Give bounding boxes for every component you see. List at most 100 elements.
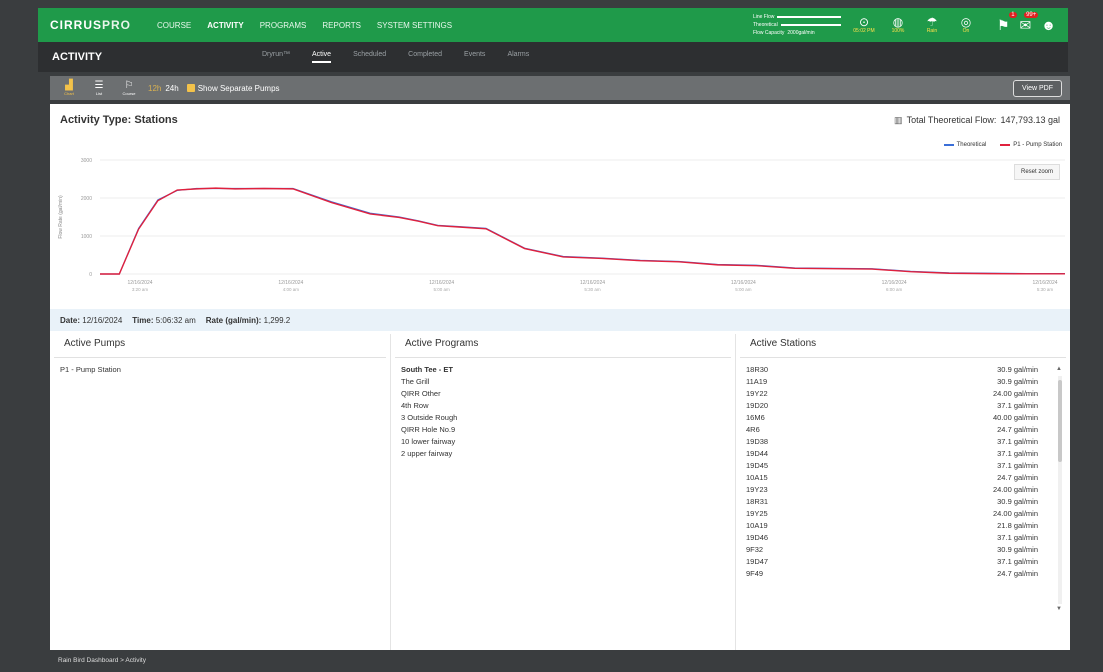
station-rate: 24.00 gal/min [992,389,1038,398]
flow-chart-svg: 0 1000 2000 3000 Flow Rate (gal/min) 12/16/20… [58,158,1065,292]
pump-item: P1 - Pump Station [60,365,121,374]
status-water-label: 100% [891,28,905,34]
program-item: South Tee - ET [401,365,453,374]
station-rate: 37.1 gal/min [997,557,1038,566]
activity-type-title: Activity Type: Stations [60,114,178,126]
time-range-toggle[interactable]: 12h 24h [148,84,179,93]
program-item: 10 lower fairway [401,437,456,446]
status-time[interactable]: ⊙ 05:02 PM [851,16,877,34]
y-axis-label: Flow Rate (gal/min) [58,195,64,239]
active-stations-column: Active Stations 18R30 30.9 gal/min 11A19 30… [735,334,1070,650]
logo-main: CIRRUS [50,18,103,32]
flow-chart[interactable]: 0 1000 2000 3000 Flow Rate (gal/min) 12/16/20… [50,134,1070,310]
station-name: 10A19 [746,521,768,530]
nav-reports[interactable]: REPORTS [320,18,363,33]
readout-time: Time: 5:06:32 am [132,316,195,325]
x-tick-time: 5:00 am [434,287,451,292]
header-actions: ⚑ 1 ✉ 99+ ☻ [996,11,1056,34]
gauge-icon: ⊙ [858,15,869,29]
view-pdf-button[interactable]: View PDF [1013,79,1062,97]
station-rate: 30.9 gal/min [997,497,1038,506]
course-view-button[interactable]: ⚐ Course [118,79,140,96]
scroll-down-icon[interactable]: ▼ [1056,606,1062,612]
alerts-button[interactable]: ⚑ 1 [996,11,1017,34]
status-signal[interactable]: ◎ On [953,16,979,34]
active-stations-list[interactable]: 18R30 30.9 gal/min 11A19 30.9 gal/min 19Y22 2… [736,358,1070,586]
user-menu-button[interactable]: ☻ [1041,17,1056,33]
scroll-thumb[interactable] [1058,380,1062,462]
main-nav: COURSE ACTIVITY PROGRAMS REPORTS SYSTEM … [155,18,454,33]
tab-dryrun[interactable]: Dryrun™ [262,51,290,63]
list-view-button[interactable]: ☰ List [88,80,110,96]
x-tick-time: 4:00 am [283,287,300,292]
station-rate: 30.9 gal/min [997,545,1038,554]
station-name: 19Y22 [746,389,768,398]
station-name: 11A19 [746,377,768,386]
active-programs-list: South Tee - ET The Grill QIRR Other 4th Row… [391,358,735,466]
series-line-pump-station [100,187,1065,275]
station-row: 9F49 24.7 gal/min [746,568,1060,580]
chart-view-button[interactable]: ▟ Chart [58,80,80,96]
station-rate: 37.1 gal/min [997,461,1038,470]
reset-zoom-button[interactable]: Reset zoom [1013,164,1060,180]
nav-activity[interactable]: ACTIVITY [205,18,245,33]
station-name: 18R30 [746,365,769,374]
tab-alarms[interactable]: Alarms [507,51,529,63]
x-tick-date: 12/16/2024 [127,280,152,286]
station-name: 9F49 [746,569,764,578]
active-pumps-list: P1 - Pump Station [50,358,390,382]
active-pumps-header: Active Pumps [54,334,386,358]
range-12h[interactable]: 12h [148,84,161,93]
legend-pump-station[interactable]: P1 - Pump Station [1000,142,1062,148]
status-water[interactable]: ◍ 100% [885,16,911,34]
nav-system-settings[interactable]: SYSTEM SETTINGS [375,18,454,33]
status-rain[interactable]: ☂ Rain [919,16,945,34]
station-row: 19D45 37.1 gal/min [746,460,1060,472]
tab-scheduled[interactable]: Scheduled [353,51,386,63]
x-tick-time: 6:00 am [886,287,903,292]
scroll-up-icon[interactable]: ▲ [1056,366,1062,372]
breadcrumb[interactable]: Rain Bird Dashboard > Activity [58,657,146,664]
nav-course[interactable]: COURSE [155,18,193,33]
course-flag-icon: ⚐ [124,79,134,91]
station-rate: 40.00 gal/min [992,413,1038,422]
active-programs-header: Active Programs [395,334,731,358]
activity-tabs: Dryrun™ Active Scheduled Completed Event… [262,51,529,63]
tab-events[interactable]: Events [464,51,485,63]
station-row: 11A19 30.9 gal/min [746,376,1060,388]
user-icon: ☻ [1041,17,1056,33]
station-rate: 24.7 gal/min [997,473,1038,482]
flag-icon: ⚑ [996,16,1010,33]
chart-readout: Date: 12/16/2024 Time: 5:06:32 am Rate (… [50,309,1070,331]
program-item: QIRR Other [401,389,441,398]
rain-icon: ☂ [926,15,938,29]
cirrus-pro-logo[interactable]: CIRRUSPRO [50,18,131,32]
nav-programs[interactable]: PROGRAMS [258,18,309,33]
x-tick-date: 12/16/2024 [882,280,907,286]
program-item: QIRR Hole No.9 [401,425,456,434]
page-header: ACTIVITY Dryrun™ Active Scheduled Comple… [38,42,1068,72]
total-flow-label: Total Theoretical Flow: [906,115,997,125]
station-row: 4R6 24.7 gal/min [746,424,1060,436]
station-row: 18R30 30.9 gal/min [746,364,1060,376]
activity-panel: Activity Type: Stations ▥ Total Theoreti… [50,104,1070,650]
stations-scrollbar[interactable]: ▲ ▼ [1056,366,1064,614]
active-stations-header: Active Stations [740,334,1066,358]
station-row: 19Y25 24.00 gal/min [746,508,1060,520]
station-name: 16M6 [746,413,765,422]
readout-rate-value: 1,299.2 [263,315,291,325]
logo-pro: PRO [102,18,132,32]
bar-chart-icon: ▥ [894,114,903,125]
station-rate: 24.00 gal/min [992,485,1038,494]
mini-legend-theoretical: Theoretical [752,22,778,28]
tab-completed[interactable]: Completed [408,51,442,63]
range-24h[interactable]: 24h [165,84,178,93]
station-rate: 24.7 gal/min [997,425,1038,434]
station-name: 4R6 [746,425,760,434]
messages-button[interactable]: ✉ 99+ [1020,11,1039,34]
legend-theoretical[interactable]: Theoretical [943,142,986,148]
tab-active[interactable]: Active [312,51,332,63]
separate-pumps-checkbox[interactable]: Show Separate Pumps [186,84,280,93]
x-tick-date: 12/16/2024 [1032,280,1057,286]
program-item: The Grill [401,377,430,386]
